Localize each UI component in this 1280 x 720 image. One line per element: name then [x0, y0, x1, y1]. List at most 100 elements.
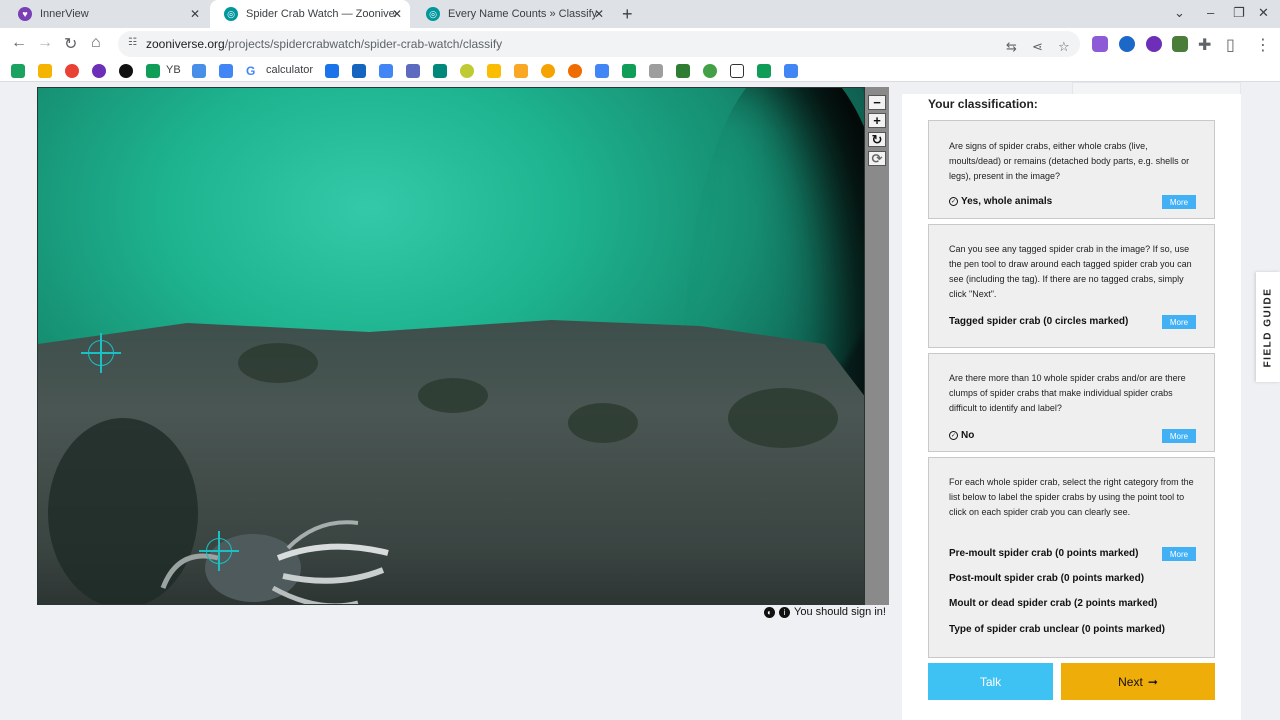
bookmark-3-icon[interactable] [65, 64, 79, 78]
panel-tab [1072, 82, 1241, 94]
bookmark-16-icon[interactable] [487, 64, 501, 78]
tagged-crab-tool[interactable]: Tagged spider crab (0 circles marked) [949, 316, 1128, 327]
zoom-out-button[interactable]: − [868, 95, 886, 110]
zooniverse-favicon-icon: ◎ [426, 7, 440, 21]
point-marker[interactable] [199, 531, 239, 571]
arrow-right-icon: ➞ [1147, 674, 1158, 689]
google-drive-icon[interactable] [38, 64, 52, 78]
translate-icon[interactable]: ⇆ [1006, 39, 1017, 55]
moult-dead-tool[interactable]: Moult or dead spider crab (2 points mark… [949, 598, 1157, 609]
bookmark-10-icon[interactable] [325, 64, 339, 78]
share-icon[interactable]: ⋖ [1032, 39, 1043, 55]
new-tab-icon[interactable]: + [622, 4, 633, 25]
extension-3-icon[interactable] [1146, 36, 1162, 52]
task-card-clumps: Are there more than 10 whole spider crab… [928, 353, 1215, 452]
point-marker[interactable] [81, 333, 121, 373]
restore-icon[interactable]: ❐ [1233, 5, 1245, 21]
tab-title: Every Name Counts » Classify — [448, 8, 598, 20]
address-bar[interactable]: ☷ zooniverse.org/projects/spidercrabwatc… [118, 31, 1080, 57]
home-icon[interactable]: ⌂ [91, 34, 101, 52]
sheets-icon[interactable] [757, 64, 771, 78]
subject-image[interactable] [37, 87, 865, 605]
meet-icon[interactable] [433, 64, 447, 78]
pre-moult-tool[interactable]: Pre-moult spider crab (0 points marked) [949, 548, 1139, 559]
extensions-puzzle-icon[interactable]: ✚ [1198, 35, 1211, 55]
signin-text[interactable]: You should sign in! [794, 606, 886, 618]
task-card-signs: Are signs of spider crabs, either whole … [928, 120, 1215, 219]
classify-page: − + ↻ ⟳ ◐ i You should sign in! Your cla… [0, 82, 1280, 720]
bookmark-yb[interactable]: YB [166, 64, 181, 76]
bookmark-1-icon[interactable] [11, 64, 25, 78]
field-guide-tab[interactable]: FIELD GUIDE [1256, 272, 1280, 382]
more-button[interactable]: More [1162, 195, 1196, 209]
spider-crab [160, 520, 389, 604]
sheets-icon[interactable] [146, 64, 160, 78]
minimize-icon[interactable]: – [1207, 5, 1214, 20]
post-moult-tool[interactable]: Post-moult spider crab (0 points marked) [949, 573, 1144, 584]
bookmark-star-icon[interactable]: ☆ [1058, 39, 1070, 55]
bookmark-8-icon[interactable] [219, 64, 233, 78]
task-answer: ✓ Yes, whole animals [949, 196, 1052, 207]
docs-icon[interactable] [595, 64, 609, 78]
more-button[interactable]: More [1162, 315, 1196, 329]
bookmark-calculator[interactable]: calculator [266, 64, 313, 76]
task-card-categories: For each whole spider crab, select the r… [928, 457, 1215, 658]
extension-4-icon[interactable] [1172, 36, 1188, 52]
rotate-button[interactable]: ↻ [868, 132, 886, 147]
close-tab-icon[interactable]: ✕ [190, 7, 200, 21]
task-question: Can you see any tagged spider crab in th… [949, 244, 1192, 299]
docs-icon[interactable] [784, 64, 798, 78]
task-question: For each whole spider crab, select the r… [949, 477, 1194, 517]
site-info-icon[interactable]: ☷ [128, 37, 137, 48]
tab-innerview[interactable]: ♥ InnerView ✕ [4, 0, 208, 28]
tab-search-chevron-icon[interactable]: ⌄ [1174, 5, 1185, 21]
info-icon[interactable]: i [779, 606, 790, 618]
zooniverse-favicon-icon: ◎ [224, 7, 238, 21]
bookmark-11-icon[interactable] [352, 64, 366, 78]
tab-title: Spider Crab Watch — Zooniverse [246, 8, 396, 20]
tab-every-name-counts[interactable]: ◎ Every Name Counts » Classify — ✕ [412, 0, 612, 28]
close-tab-icon[interactable]: ✕ [594, 7, 604, 21]
bookmark-5-icon[interactable] [119, 64, 133, 78]
more-button[interactable]: More [1162, 429, 1196, 443]
back-icon[interactable]: ← [11, 34, 27, 52]
url-path: /projects/spidercrabwatch/spider-crab-wa… [224, 37, 503, 51]
tab-spider-crab-watch[interactable]: ◎ Spider Crab Watch — Zooniverse ✕ [210, 0, 410, 28]
bookmark-22-icon[interactable] [649, 64, 663, 78]
close-tab-icon[interactable]: ✕ [392, 7, 402, 21]
browser-menu-icon[interactable]: ⋮ [1255, 35, 1271, 55]
reload-icon[interactable]: ↻ [64, 34, 77, 54]
bookmark-23-icon[interactable] [676, 64, 690, 78]
google-icon: G [246, 64, 260, 78]
image-toolbar: − + ↻ ⟳ [865, 87, 889, 605]
contrast-icon[interactable]: ◐ [764, 606, 775, 618]
bookmark-4-icon[interactable] [92, 64, 106, 78]
next-button[interactable]: Next ➞ [1061, 663, 1215, 700]
bookmark-13-icon[interactable] [406, 64, 420, 78]
bookmark-7-icon[interactable] [192, 64, 206, 78]
bookmark-25-icon[interactable] [730, 64, 744, 78]
close-window-icon[interactable]: ✕ [1258, 5, 1269, 21]
bookmark-24-icon[interactable] [703, 64, 717, 78]
reset-button[interactable]: ⟳ [868, 151, 886, 166]
bookmark-15-icon[interactable] [460, 64, 474, 78]
unclear-type-tool[interactable]: Type of spider crab unclear (0 points ma… [949, 624, 1165, 635]
extension-2-icon[interactable] [1119, 36, 1135, 52]
seaweed [238, 343, 318, 383]
bookmark-19-icon[interactable] [568, 64, 582, 78]
bookmark-18-icon[interactable] [541, 64, 555, 78]
more-button[interactable]: More [1162, 547, 1196, 561]
seaweed [568, 403, 638, 443]
forward-icon[interactable]: → [37, 34, 53, 52]
seaweed [728, 388, 838, 448]
extension-1-icon[interactable] [1092, 36, 1108, 52]
zoom-in-button[interactable]: + [868, 113, 886, 128]
docs-icon[interactable] [379, 64, 393, 78]
bookmark-17-icon[interactable] [514, 64, 528, 78]
next-label: Next [1118, 674, 1143, 689]
side-panel-icon[interactable]: ▯ [1226, 35, 1235, 55]
sheets-icon[interactable] [622, 64, 636, 78]
talk-button[interactable]: Talk [928, 663, 1053, 700]
bookmarks-bar: YB G calculator [0, 60, 1280, 82]
task-card-tagged: Can you see any tagged spider crab in th… [928, 224, 1215, 348]
